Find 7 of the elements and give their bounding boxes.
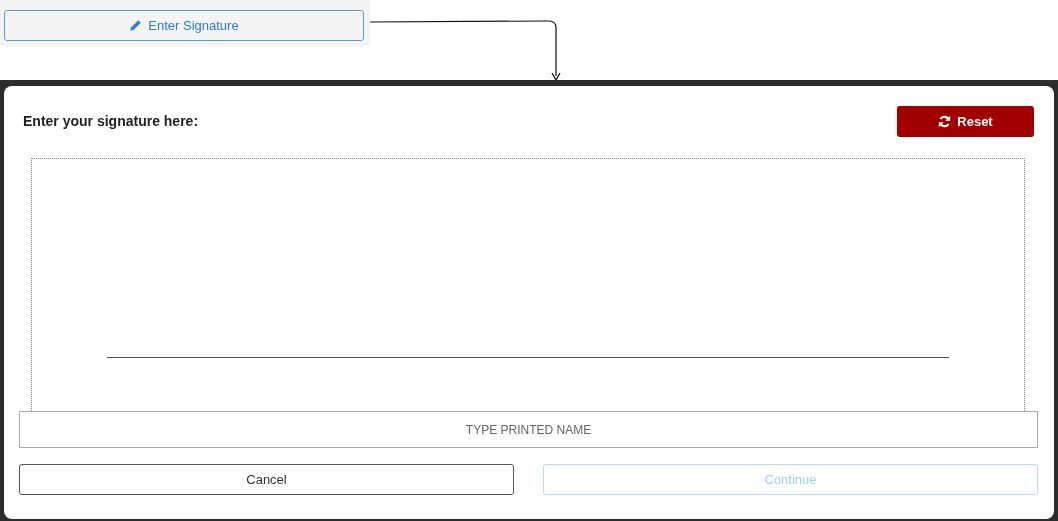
refresh-icon	[938, 114, 952, 128]
dialog-title: Enter your signature here:	[23, 113, 199, 129]
reset-button[interactable]: Reset	[897, 105, 1034, 137]
pencil-icon	[129, 19, 143, 32]
cancel-button[interactable]: Cancel	[19, 464, 514, 495]
printed-name-field[interactable]: TYPE PRINTED NAME	[19, 411, 1038, 448]
enter-signature-button[interactable]: Enter Signature	[4, 10, 364, 41]
